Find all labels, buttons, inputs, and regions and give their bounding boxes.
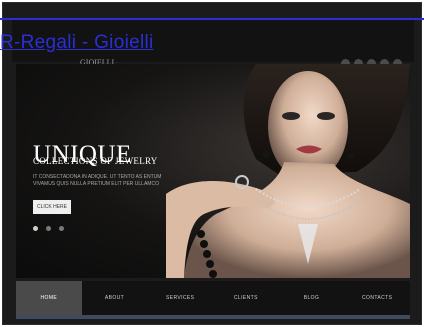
slide-dot[interactable]: [33, 226, 38, 231]
nav-item-clients[interactable]: CLIENTS: [213, 281, 279, 315]
nav-item-home[interactable]: HOME: [16, 281, 82, 315]
main-nav: HOME ABOUT SERVICES CLIENTS BLOG CONTACT…: [16, 281, 410, 315]
slide-dot[interactable]: [59, 226, 64, 231]
hero-banner: UNIQUE COLLECTIONS OF JEWELRY IT CONSECT…: [16, 64, 410, 278]
nav-item-contacts[interactable]: CONTACTS: [344, 281, 410, 315]
page-title-link[interactable]: R-Regali - Gioielli: [0, 32, 154, 54]
footer-bar: [16, 315, 410, 319]
slide-dot[interactable]: [46, 226, 51, 231]
nav-item-blog[interactable]: BLOG: [279, 281, 345, 315]
nav-item-about[interactable]: ABOUT: [82, 281, 148, 315]
click-here-button[interactable]: CLICK HERE: [33, 200, 71, 214]
hero-subtitle: COLLECTIONS OF JEWELRY: [33, 156, 158, 166]
divider-line: [0, 18, 424, 20]
slider-dots: [33, 226, 64, 231]
hero-description: IT CONSECTADONA IN ADIQUE. UT TENTO AS E…: [33, 174, 162, 187]
model-photo: [166, 64, 410, 278]
nav-item-services[interactable]: SERVICES: [147, 281, 213, 315]
